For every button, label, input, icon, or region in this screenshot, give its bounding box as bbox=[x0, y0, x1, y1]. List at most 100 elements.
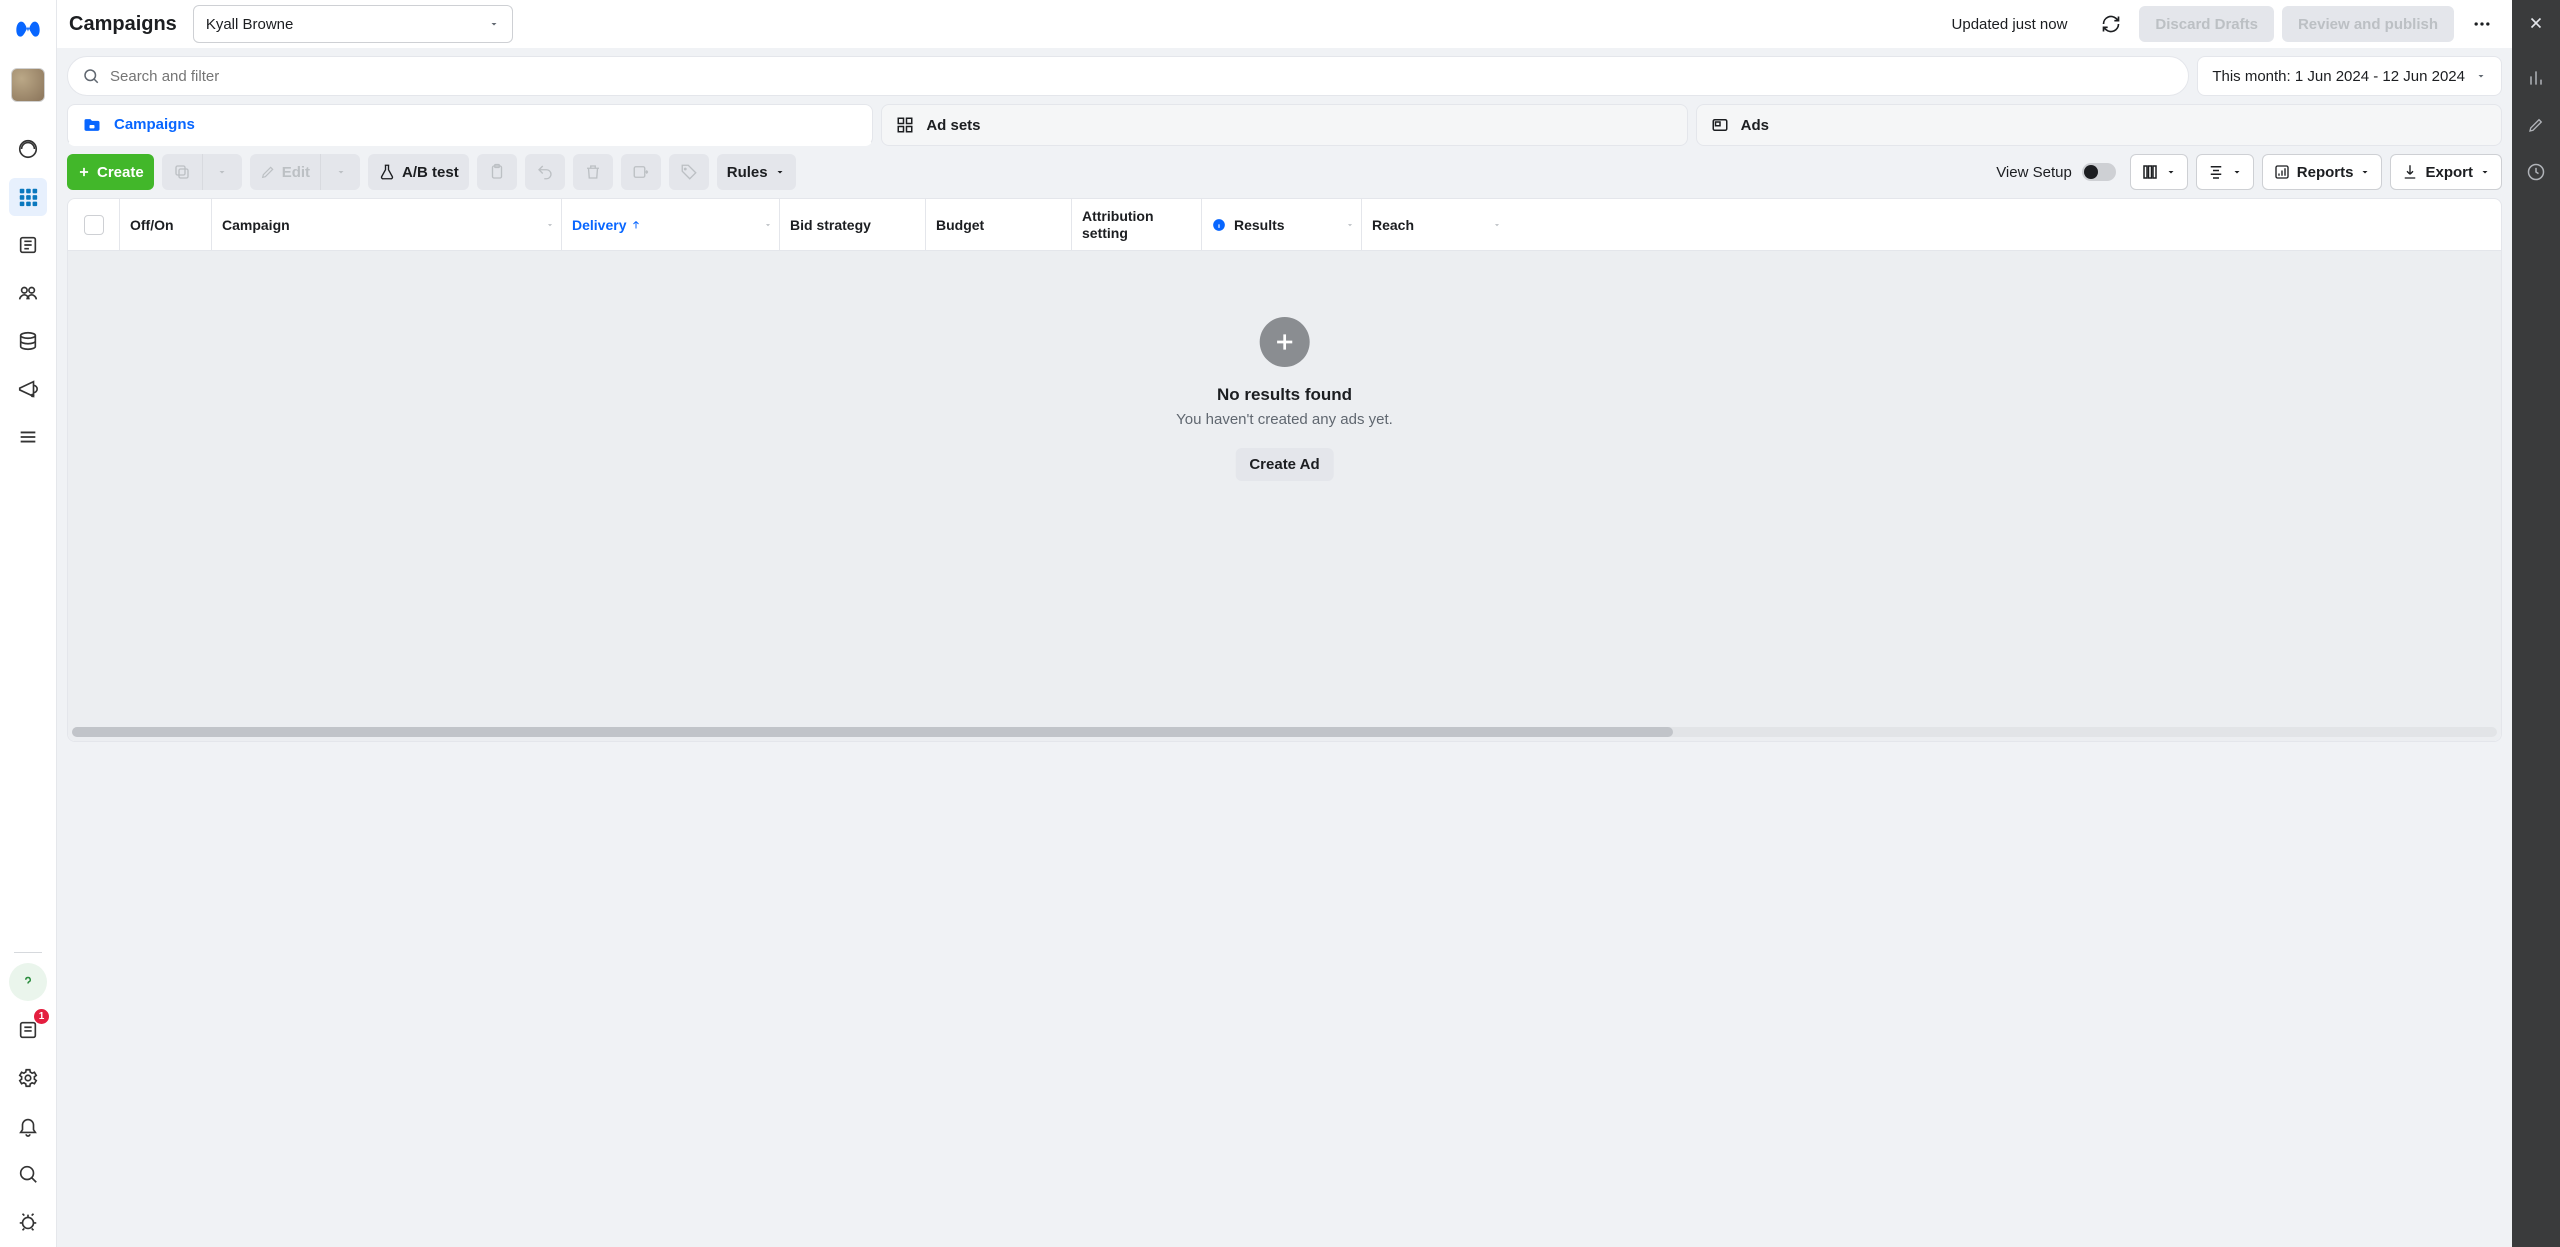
chevron-down-icon bbox=[2479, 166, 2491, 178]
account-dropdown[interactable]: Kyall Browne bbox=[193, 5, 513, 43]
main-area: Campaigns Kyall Browne Updated just now … bbox=[57, 0, 2512, 1247]
trash-icon bbox=[584, 163, 602, 181]
breakdown-dropdown[interactable] bbox=[2196, 154, 2254, 190]
chevron-down-icon bbox=[774, 166, 786, 178]
col-onoff[interactable]: Off/On bbox=[120, 199, 212, 250]
col-campaign[interactable]: Campaign bbox=[212, 199, 562, 250]
tabs-row: Campaigns Ad sets Ads bbox=[57, 104, 2512, 154]
refresh-button[interactable] bbox=[2091, 6, 2131, 42]
date-range-dropdown[interactable]: This month: 1 Jun 2024 - 12 Jun 2024 bbox=[2197, 56, 2502, 96]
review-publish-button[interactable]: Review and publish bbox=[2282, 6, 2454, 42]
duplicate-button[interactable] bbox=[162, 154, 202, 190]
col-reach[interactable]: Reach bbox=[1362, 199, 1512, 250]
chevron-down-icon bbox=[216, 166, 228, 178]
edit-dropdown[interactable] bbox=[320, 154, 360, 190]
tab-ads[interactable]: Ads bbox=[1696, 104, 2502, 146]
nav-search-icon[interactable] bbox=[9, 1155, 47, 1193]
col-bid[interactable]: Bid strategy bbox=[780, 199, 926, 250]
table-body-empty: No results found You haven't created any… bbox=[68, 251, 2501, 741]
delete-button[interactable] bbox=[573, 154, 613, 190]
chevron-down-icon bbox=[545, 220, 555, 230]
nav-help-icon[interactable] bbox=[9, 963, 47, 1001]
clipboard-icon bbox=[488, 163, 506, 181]
search-input[interactable] bbox=[110, 68, 2174, 85]
tab-label: Ad sets bbox=[926, 117, 980, 134]
chevron-down-icon bbox=[2165, 166, 2177, 178]
col-attribution[interactable]: Attribution setting bbox=[1072, 199, 1202, 250]
search-icon bbox=[82, 67, 100, 85]
undo-button[interactable] bbox=[525, 154, 565, 190]
search-row: This month: 1 Jun 2024 - 12 Jun 2024 bbox=[57, 48, 2512, 104]
reports-dropdown[interactable]: Reports bbox=[2262, 154, 2383, 190]
close-inspector-button[interactable] bbox=[2527, 14, 2545, 32]
export-dropdown[interactable]: Export bbox=[2390, 154, 2502, 190]
copy-button[interactable] bbox=[477, 154, 517, 190]
col-delivery[interactable]: Delivery bbox=[562, 199, 780, 250]
table-header: Off/On Campaign Delivery Bid strategy Bu… bbox=[68, 199, 2501, 251]
chevron-down-icon bbox=[488, 18, 500, 30]
toggle-switch[interactable] bbox=[2082, 163, 2116, 181]
chevron-down-icon bbox=[2475, 70, 2487, 82]
nav-all-tools-icon[interactable] bbox=[9, 418, 47, 456]
horizontal-scrollbar[interactable] bbox=[72, 727, 2497, 737]
tab-label: Campaigns bbox=[114, 116, 195, 133]
sort-ascending-icon bbox=[630, 219, 642, 231]
nav-audiences-icon[interactable] bbox=[9, 274, 47, 312]
inspector-edit-icon[interactable] bbox=[2527, 116, 2545, 134]
nav-settings-icon[interactable] bbox=[9, 1059, 47, 1097]
chevron-down-icon bbox=[763, 220, 773, 230]
nav-advertise-icon[interactable] bbox=[9, 370, 47, 408]
col-budget[interactable]: Budget bbox=[926, 199, 1072, 250]
plus-icon bbox=[77, 165, 91, 179]
rules-dropdown[interactable]: Rules bbox=[717, 154, 796, 190]
date-range-label: This month: 1 Jun 2024 - 12 Jun 2024 bbox=[2212, 68, 2465, 85]
export-selection-button[interactable] bbox=[621, 154, 661, 190]
toolbar: Create Edit A/B bbox=[57, 154, 2512, 198]
chevron-down-icon bbox=[335, 166, 347, 178]
discard-drafts-button[interactable]: Discard Drafts bbox=[2139, 6, 2274, 42]
view-setup-toggle[interactable]: View Setup bbox=[1990, 163, 2122, 181]
header-bar: Campaigns Kyall Browne Updated just now … bbox=[57, 0, 2512, 48]
col-checkbox[interactable] bbox=[68, 199, 120, 250]
tab-adsets[interactable]: Ad sets bbox=[881, 104, 1687, 146]
nav-billing-icon[interactable] bbox=[9, 322, 47, 360]
right-inspector-rail bbox=[2512, 0, 2560, 1247]
nav-bug-icon[interactable] bbox=[9, 1203, 47, 1241]
account-avatar[interactable] bbox=[11, 68, 45, 102]
duplicate-dropdown[interactable] bbox=[202, 154, 242, 190]
empty-plus-icon bbox=[1259, 317, 1309, 367]
more-button[interactable] bbox=[2462, 6, 2502, 42]
activity-badge: 1 bbox=[34, 1009, 49, 1024]
nav-overview-icon[interactable] bbox=[9, 130, 47, 168]
empty-title: No results found bbox=[1217, 385, 1352, 405]
search-pill[interactable] bbox=[67, 56, 2189, 96]
download-icon bbox=[2401, 163, 2419, 181]
page-title: Campaigns bbox=[69, 13, 177, 36]
chevron-down-icon bbox=[2359, 166, 2371, 178]
updated-text: Updated just now bbox=[1952, 16, 2068, 33]
create-ad-button[interactable]: Create Ad bbox=[1235, 448, 1333, 481]
chevron-down-icon bbox=[1492, 220, 1502, 230]
nav-activity-icon[interactable]: 1 bbox=[9, 1011, 47, 1049]
nav-reporting-icon[interactable] bbox=[9, 226, 47, 264]
ab-test-button[interactable]: A/B test bbox=[368, 154, 469, 190]
nav-notifications-icon[interactable] bbox=[9, 1107, 47, 1145]
inspector-history-icon[interactable] bbox=[2526, 162, 2546, 182]
undo-icon bbox=[536, 163, 554, 181]
tag-button[interactable] bbox=[669, 154, 709, 190]
tab-campaigns[interactable]: Campaigns bbox=[67, 104, 873, 146]
inspector-charts-icon[interactable] bbox=[2526, 68, 2546, 88]
edit-button[interactable]: Edit bbox=[250, 154, 320, 190]
ad-icon bbox=[1711, 116, 1729, 134]
create-button[interactable]: Create bbox=[67, 154, 154, 190]
columns-icon bbox=[2141, 163, 2159, 181]
nav-campaigns-icon[interactable] bbox=[9, 178, 47, 216]
reports-icon bbox=[2273, 163, 2291, 181]
checkbox[interactable] bbox=[84, 215, 104, 235]
columns-dropdown[interactable] bbox=[2130, 154, 2188, 190]
duplicate-icon bbox=[173, 163, 191, 181]
left-rail: 1 bbox=[0, 0, 57, 1247]
col-results[interactable]: Results bbox=[1202, 199, 1362, 250]
meta-logo-icon[interactable] bbox=[12, 14, 44, 46]
empty-subtitle: You haven't created any ads yet. bbox=[1176, 411, 1393, 428]
